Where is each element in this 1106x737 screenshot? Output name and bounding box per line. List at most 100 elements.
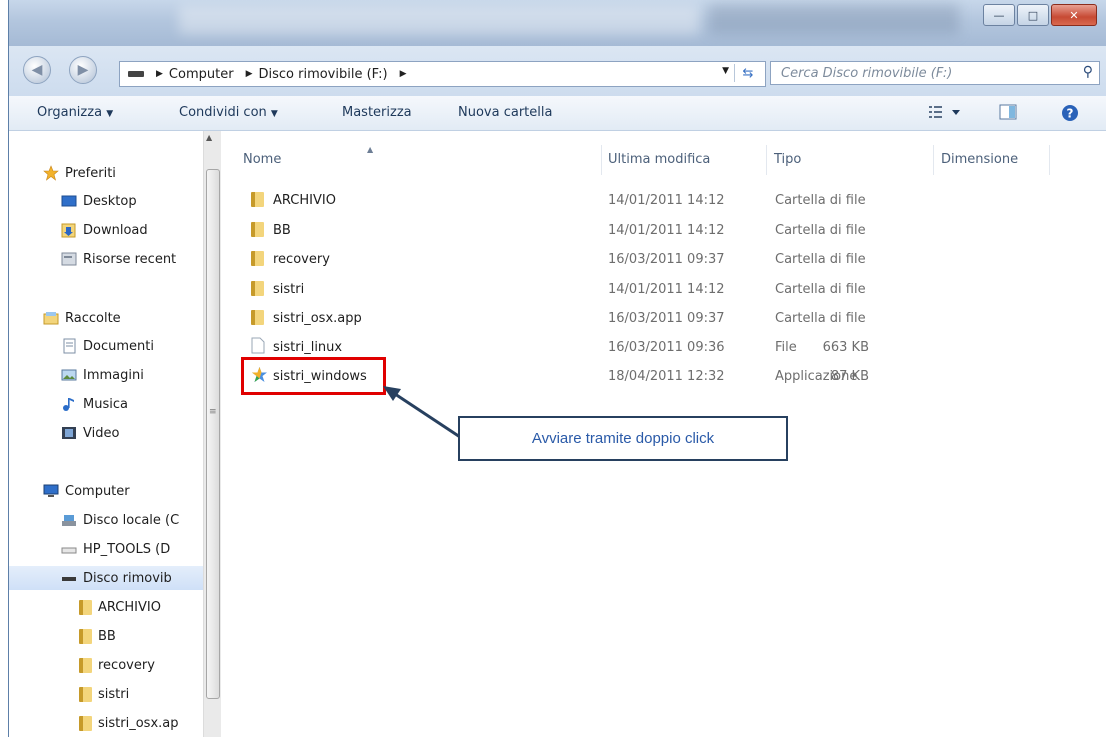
breadcrumb-removable-disk[interactable]: Disco rimovibile (F:) xyxy=(258,67,387,82)
nav-local-disk-label: Disco locale (C xyxy=(83,512,180,528)
address-dropdown-icon[interactable]: ▼ xyxy=(722,66,729,76)
view-options-icon[interactable] xyxy=(928,104,962,124)
search-placeholder: Cerca Disco rimovibile (F:) xyxy=(781,65,953,81)
music-icon xyxy=(61,396,77,412)
share-label: Condividi con xyxy=(179,105,267,120)
file-type: File xyxy=(775,340,797,355)
nav-libraries[interactable]: Raccolte xyxy=(43,306,121,330)
nav-hp-tools[interactable]: HP_TOOLS (D xyxy=(61,537,170,561)
nav-subfolder[interactable]: ARCHIVIO xyxy=(79,595,161,619)
navigation-pane: Preferiti Desktop Download Risorse recen… xyxy=(9,131,203,737)
file-modified: 16/03/2011 09:36 xyxy=(608,340,725,355)
file-row[interactable]: ARCHIVIO 14/01/2011 14:12 Cartella di fi… xyxy=(251,189,891,213)
file-type: Cartella di file xyxy=(775,223,866,238)
search-icon[interactable]: ⚲ xyxy=(1083,64,1093,80)
nav-pictures-label: Immagini xyxy=(83,367,144,383)
nav-computer-label: Computer xyxy=(65,483,130,499)
search-input[interactable]: Cerca Disco rimovibile (F:) ⚲ xyxy=(770,61,1100,85)
breadcrumb-separator-icon[interactable]: ▶ xyxy=(246,69,253,79)
folder-icon xyxy=(79,715,92,731)
preview-pane-icon[interactable] xyxy=(999,104,1017,124)
nav-pictures[interactable]: Immagini xyxy=(61,363,144,387)
nav-desktop[interactable]: Desktop xyxy=(61,189,137,213)
nav-favorites[interactable]: Preferiti xyxy=(43,161,116,185)
folder-icon xyxy=(79,599,92,615)
recent-places-icon xyxy=(61,251,77,267)
column-header-modified[interactable]: Ultima modifica xyxy=(608,152,710,167)
breadcrumb-computer[interactable]: Computer xyxy=(169,67,234,82)
refresh-icon[interactable]: ⇆ xyxy=(734,64,761,82)
minimize-button[interactable]: — xyxy=(983,4,1015,26)
file-row[interactable]: BB 14/01/2011 14:12 Cartella di file xyxy=(251,219,891,243)
breadcrumb-separator-icon[interactable]: ▶ xyxy=(400,69,407,79)
nav-recent[interactable]: Risorse recent xyxy=(61,247,176,271)
download-folder-icon xyxy=(61,222,77,238)
new-folder-button[interactable]: Nuova cartella xyxy=(458,105,552,120)
scrollbar-thumb[interactable] xyxy=(206,169,220,699)
nav-video[interactable]: Video xyxy=(61,421,119,445)
breadcrumb-separator-icon[interactable]: ▶ xyxy=(156,69,163,79)
close-button[interactable]: ✕ xyxy=(1051,4,1097,26)
column-divider[interactable] xyxy=(766,145,767,175)
forward-button[interactable]: ▶ xyxy=(69,56,97,84)
chevron-down-icon: ▼ xyxy=(270,109,278,119)
nav-local-disk[interactable]: Disco locale (C xyxy=(61,508,179,532)
nav-computer[interactable]: Computer xyxy=(43,479,130,503)
file-type: Cartella di file xyxy=(775,282,866,297)
title-bar: — □ ✕ xyxy=(9,0,1106,46)
libraries-icon xyxy=(43,310,59,326)
file-row[interactable]: sistri_osx.app 16/03/2011 09:37 Cartella… xyxy=(251,307,891,331)
folder-icon xyxy=(79,657,92,673)
column-header-type[interactable]: Tipo xyxy=(774,152,801,167)
nav-desktop-label: Desktop xyxy=(83,193,137,209)
navigation-scrollbar[interactable]: ▲ ≡ xyxy=(203,131,221,737)
column-header-size[interactable]: Dimensione xyxy=(941,152,1018,167)
command-bar: Organizza ▼ Condividi con ▼ Masterizza N… xyxy=(9,96,1106,131)
column-divider[interactable] xyxy=(933,145,934,175)
nav-subfolder[interactable]: sistri_osx.ap xyxy=(79,711,178,735)
organize-label: Organizza xyxy=(37,105,103,120)
file-row[interactable]: sistri 14/01/2011 14:12 Cartella di file xyxy=(251,278,891,302)
file-row[interactable]: sistri_linux 16/03/2011 09:36 File 663 K… xyxy=(251,336,891,360)
nav-music-label: Musica xyxy=(83,396,128,412)
file-icon xyxy=(251,337,265,358)
file-row[interactable]: sistri_windows 18/04/2011 12:32 Applicaz… xyxy=(251,365,891,389)
explorer-window: — □ ✕ ◀ ▶ ▶ Computer ▶ Disco rimovibile … xyxy=(8,0,1106,737)
maximize-button[interactable]: □ xyxy=(1017,4,1049,26)
file-type: Cartella di file xyxy=(775,311,866,326)
app-icon xyxy=(251,366,268,387)
nav-subfolder-label: recovery xyxy=(98,657,155,673)
folder-icon xyxy=(251,192,270,211)
nav-download[interactable]: Download xyxy=(61,218,148,242)
nav-favorites-label: Preferiti xyxy=(65,165,116,181)
scroll-up-icon[interactable]: ▲ xyxy=(206,133,212,142)
file-modified: 16/03/2011 09:37 xyxy=(608,311,725,326)
nav-subfolder[interactable]: BB xyxy=(79,624,116,648)
organize-menu[interactable]: Organizza ▼ xyxy=(37,105,113,120)
nav-subfolder[interactable]: sistri xyxy=(79,682,129,706)
nav-subfolder[interactable]: recovery xyxy=(79,653,155,677)
share-menu[interactable]: Condividi con ▼ xyxy=(179,105,278,120)
folder-icon xyxy=(251,251,270,270)
drive-icon xyxy=(61,541,77,557)
column-divider[interactable] xyxy=(601,145,602,175)
file-name: sistri_linux xyxy=(273,340,343,355)
nav-subfolder-label: ARCHIVIO xyxy=(98,599,161,615)
instruction-callout: Avviare tramite doppio click xyxy=(458,416,788,461)
folder-icon xyxy=(79,686,92,702)
column-header-name[interactable]: Nome xyxy=(243,152,281,167)
nav-subfolder-label: sistri_osx.ap xyxy=(98,715,179,731)
file-row[interactable]: recovery 16/03/2011 09:37 Cartella di fi… xyxy=(251,248,891,272)
column-divider[interactable] xyxy=(1049,145,1050,175)
help-icon[interactable]: ? xyxy=(1061,104,1079,126)
address-bar[interactable]: ▶ Computer ▶ Disco rimovibile (F:) ▶ ▼ ⇆ xyxy=(119,61,766,87)
nav-removable-disk[interactable]: Disco rimovib xyxy=(9,566,203,590)
nav-libraries-label: Raccolte xyxy=(65,310,121,326)
video-icon xyxy=(61,425,77,441)
back-button[interactable]: ◀ xyxy=(23,56,51,84)
nav-music[interactable]: Musica xyxy=(61,392,128,416)
nav-subfolder-label: sistri xyxy=(98,686,130,702)
burn-button[interactable]: Masterizza xyxy=(342,105,412,120)
nav-download-label: Download xyxy=(83,222,148,238)
nav-documents[interactable]: Documenti xyxy=(61,334,154,358)
